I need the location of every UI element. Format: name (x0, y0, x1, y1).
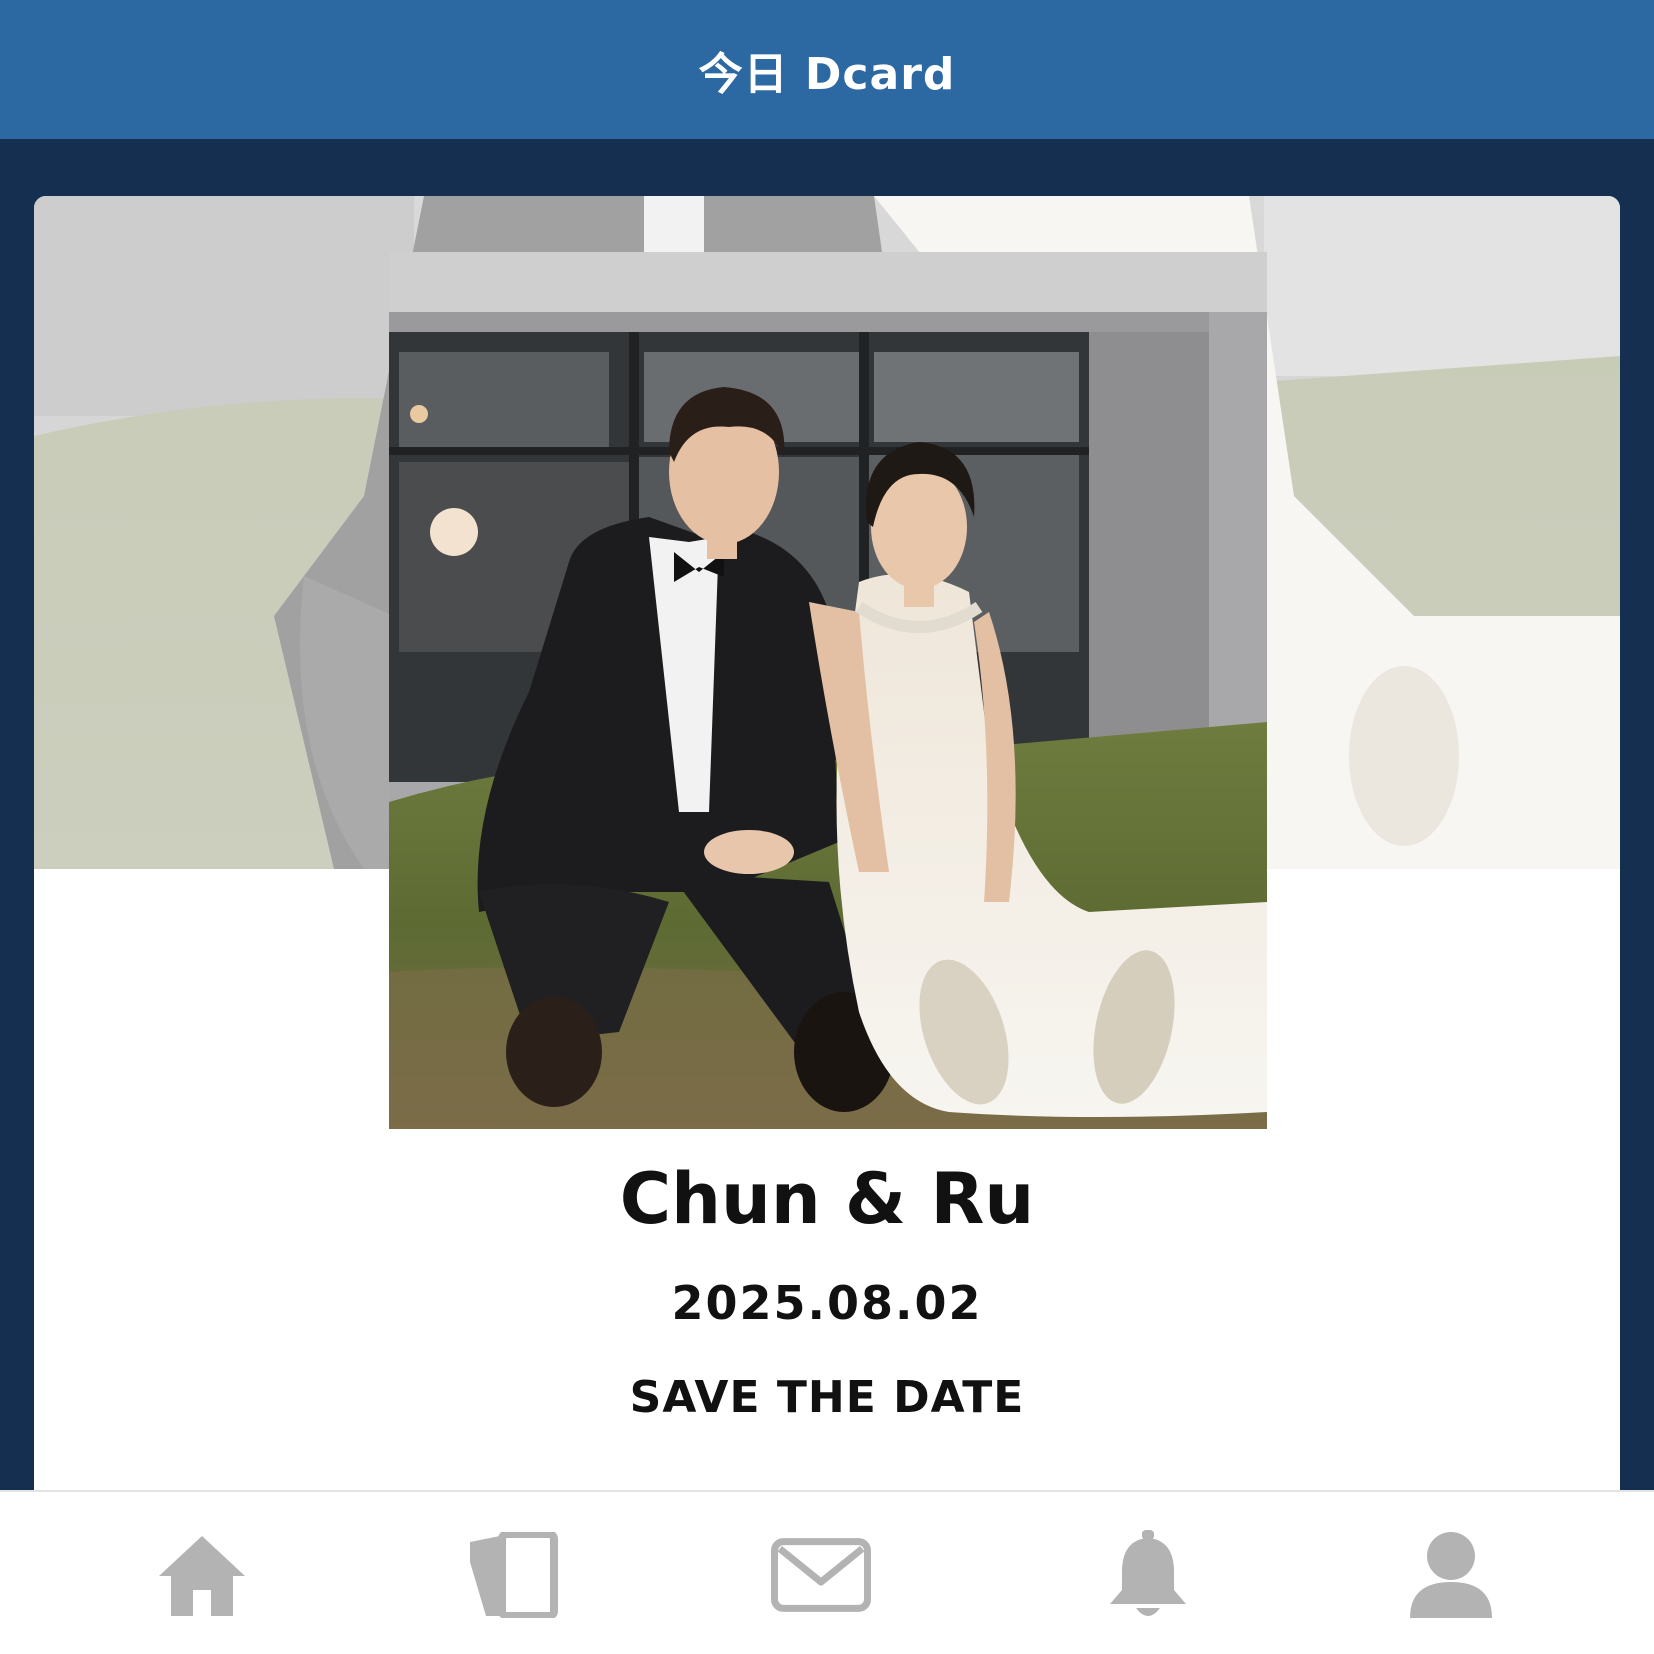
nav-home[interactable] (152, 1530, 252, 1620)
profile-icon (1410, 1532, 1492, 1618)
save-the-date-label: SAVE THE DATE (629, 1372, 1025, 1423)
invitation-card: Chun & Ru 2025.08.02 SAVE THE DATE (34, 196, 1620, 1496)
home-icon (159, 1536, 245, 1616)
nav-notifications[interactable] (1098, 1530, 1198, 1620)
couple-names: Chun & Ru (619, 1158, 1035, 1240)
bottom-navigation (0, 1490, 1654, 1654)
cards-icon (470, 1532, 558, 1618)
nav-mail[interactable] (771, 1530, 871, 1620)
couple-photo (389, 252, 1267, 1129)
bell-icon (1110, 1530, 1186, 1616)
nav-cards[interactable] (463, 1530, 563, 1620)
wedding-date: 2025.08.02 (671, 1276, 983, 1330)
app-title: 今日 Dcard (698, 48, 956, 100)
top-bar: 今日 Dcard (0, 0, 1654, 139)
mail-icon (771, 1538, 871, 1612)
nav-profile[interactable] (1401, 1530, 1501, 1620)
